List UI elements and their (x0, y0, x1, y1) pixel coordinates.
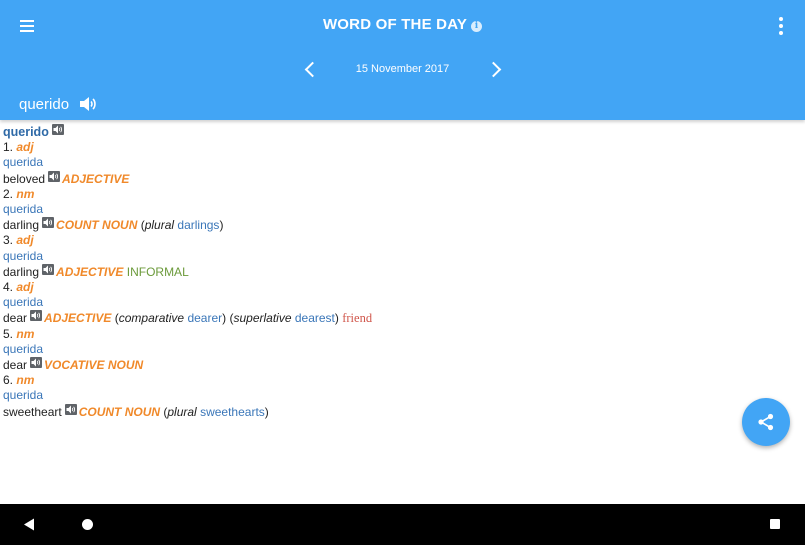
part-of-speech: nm (16, 186, 35, 201)
home-icon[interactable] (82, 519, 93, 530)
comparative-link[interactable]: dearer (187, 311, 222, 325)
word-of-the-day: querido (19, 95, 70, 113)
translation-row: darling ADJECTIVE INFORMAL (3, 263, 372, 280)
word-type: COUNT NOUN (78, 404, 161, 419)
word-type: COUNT NOUN (56, 218, 138, 233)
date-label: 15 November 2017 (355, 63, 450, 75)
source-word[interactable]: querida (3, 342, 372, 357)
word-type: ADJECTIVE (62, 171, 130, 186)
source-word[interactable]: querida (3, 388, 372, 403)
page-title-wrap: WORD OF THE DAY i (0, 16, 805, 33)
sense-number-row: 4. adj (3, 280, 34, 295)
page-title: WORD OF THE DAY (322, 16, 468, 33)
sense-number-row: 1. adj (3, 140, 34, 155)
translation-row: darling COUNT NOUN (plural darlings) (3, 217, 224, 233)
info-icon[interactable]: i (471, 21, 483, 32)
date-navigator: 15 November 2017 (0, 60, 805, 82)
part-of-speech: nm (16, 373, 35, 388)
word-type: ADJECTIVE (56, 264, 124, 279)
source-word[interactable]: querida (3, 202, 372, 217)
sense-number-row: 3. adj (3, 233, 34, 248)
dictionary-entry: querido 1. adj querida beloved ADJECTIVE … (3, 124, 372, 420)
source-word[interactable]: querida (3, 249, 372, 264)
word-type: VOCATIVE NOUN (44, 358, 144, 373)
source-word[interactable]: querida (3, 155, 372, 170)
speaker-icon[interactable] (42, 263, 55, 275)
headword: querido (3, 125, 49, 139)
sense-number-row: 2. nm (3, 186, 35, 201)
translation: darling (3, 218, 40, 233)
translation-row: beloved ADJECTIVE (3, 170, 372, 187)
register-label: INFORMAL (126, 264, 189, 279)
system-nav-bar (0, 504, 805, 545)
speaker-icon[interactable] (79, 96, 97, 112)
translation-row: sweetheart COUNT NOUN (plural sweethearts… (3, 403, 269, 419)
app-bar: WORD OF THE DAY i 15 November 2017 querid… (0, 0, 805, 120)
inflection-link[interactable]: darlings (177, 218, 219, 232)
back-icon[interactable] (23, 518, 35, 531)
part-of-speech: adj (16, 140, 34, 155)
sense-number-row: 5. nm (3, 326, 35, 341)
speaker-icon[interactable] (30, 357, 43, 369)
recents-icon[interactable] (770, 519, 780, 529)
part-of-speech: adj (16, 280, 34, 295)
overflow-menu-icon[interactable] (770, 14, 792, 38)
translation: darling (3, 264, 40, 279)
translation: dear (3, 358, 28, 373)
sense-number-row: 6. nm (3, 373, 35, 388)
share-button[interactable] (742, 398, 790, 446)
part-of-speech: adj (16, 233, 34, 248)
speaker-icon[interactable] (48, 170, 61, 182)
superlative-link[interactable]: dearest (295, 311, 335, 325)
speaker-icon[interactable] (64, 403, 77, 415)
translation: dear (3, 311, 28, 326)
share-icon (758, 413, 774, 431)
source-word[interactable]: querida (3, 295, 372, 310)
part-of-speech: nm (16, 326, 35, 341)
translation: beloved (3, 171, 46, 186)
translation: sweetheart (3, 404, 62, 419)
speaker-icon[interactable] (51, 124, 64, 135)
inflection-link[interactable]: sweethearts (200, 405, 265, 419)
word-row: querido (19, 94, 97, 114)
speaker-icon[interactable] (42, 217, 55, 229)
translation-row: dear ADJECTIVE (comparative dearer) (supe… (3, 310, 373, 326)
speaker-icon[interactable] (30, 310, 43, 322)
word-type: ADJECTIVE (44, 311, 112, 326)
collocation: friend (342, 311, 373, 326)
translation-row: dear VOCATIVE NOUN (3, 357, 372, 373)
